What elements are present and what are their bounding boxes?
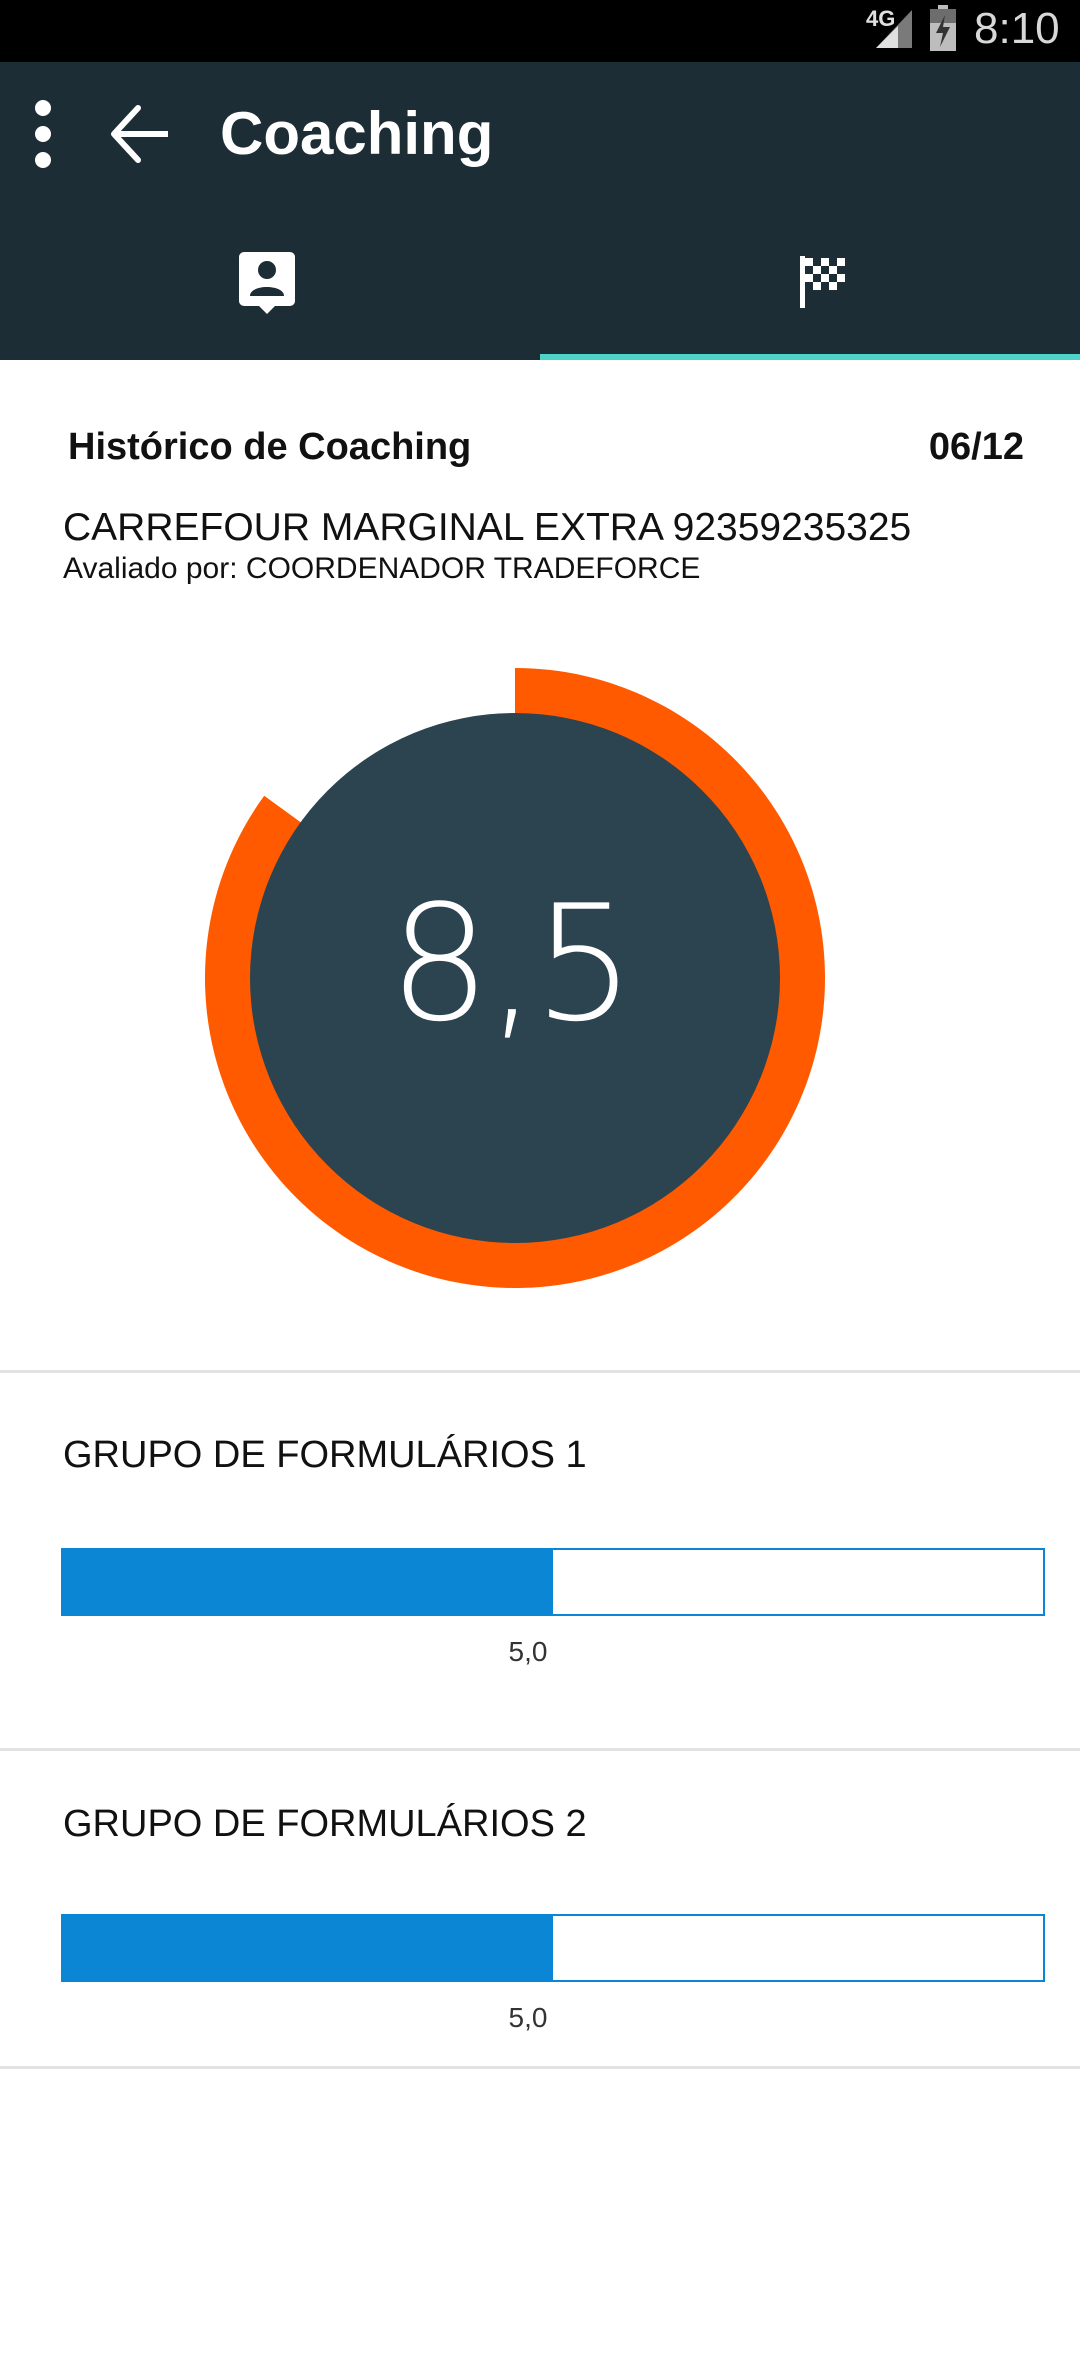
group-score-2: 5,0 xyxy=(508,2002,548,2033)
history-date: 06/12 xyxy=(928,426,1024,468)
checkered-flag-icon xyxy=(800,256,845,308)
divider xyxy=(0,2066,1080,2069)
back-arrow-icon[interactable] xyxy=(108,104,172,164)
divider xyxy=(0,1748,1080,1751)
group-title-1: GRUPO DE FORMULÁRIOS 1 xyxy=(63,1434,587,1476)
contact-card-icon xyxy=(239,252,295,314)
divider xyxy=(0,1370,1080,1373)
app-bar: Coaching xyxy=(0,62,1080,360)
status-bar: 4G 8:10 xyxy=(0,0,1080,62)
group-progress-bar-1 xyxy=(61,1548,1045,1616)
battery-icon xyxy=(930,5,956,51)
tab-flag[interactable] xyxy=(540,230,1080,360)
overflow-menu-icon[interactable] xyxy=(30,98,56,170)
signal-icon xyxy=(876,10,912,48)
group-progress-fill-1 xyxy=(63,1550,553,1614)
tab-contact[interactable] xyxy=(0,230,540,360)
page-title: Coaching xyxy=(220,100,494,167)
history-title: Histórico de Coaching xyxy=(68,426,472,468)
group-score-1: 5,0 xyxy=(508,1636,548,1667)
group-progress-fill-2 xyxy=(63,1916,553,1980)
tab-indicator xyxy=(540,354,1080,360)
status-time: 8:10 xyxy=(974,4,1060,53)
evaluator-label: Avaliado por: COORDENADOR TRADEFORCE xyxy=(63,552,701,585)
store-name: CARREFOUR MARGINAL EXTRA 92359235325 xyxy=(63,506,912,549)
group-title-2: GRUPO DE FORMULÁRIOS 2 xyxy=(63,1803,587,1845)
group-progress-bar-2 xyxy=(61,1914,1045,1982)
score-value: 8,5 xyxy=(388,870,635,1057)
